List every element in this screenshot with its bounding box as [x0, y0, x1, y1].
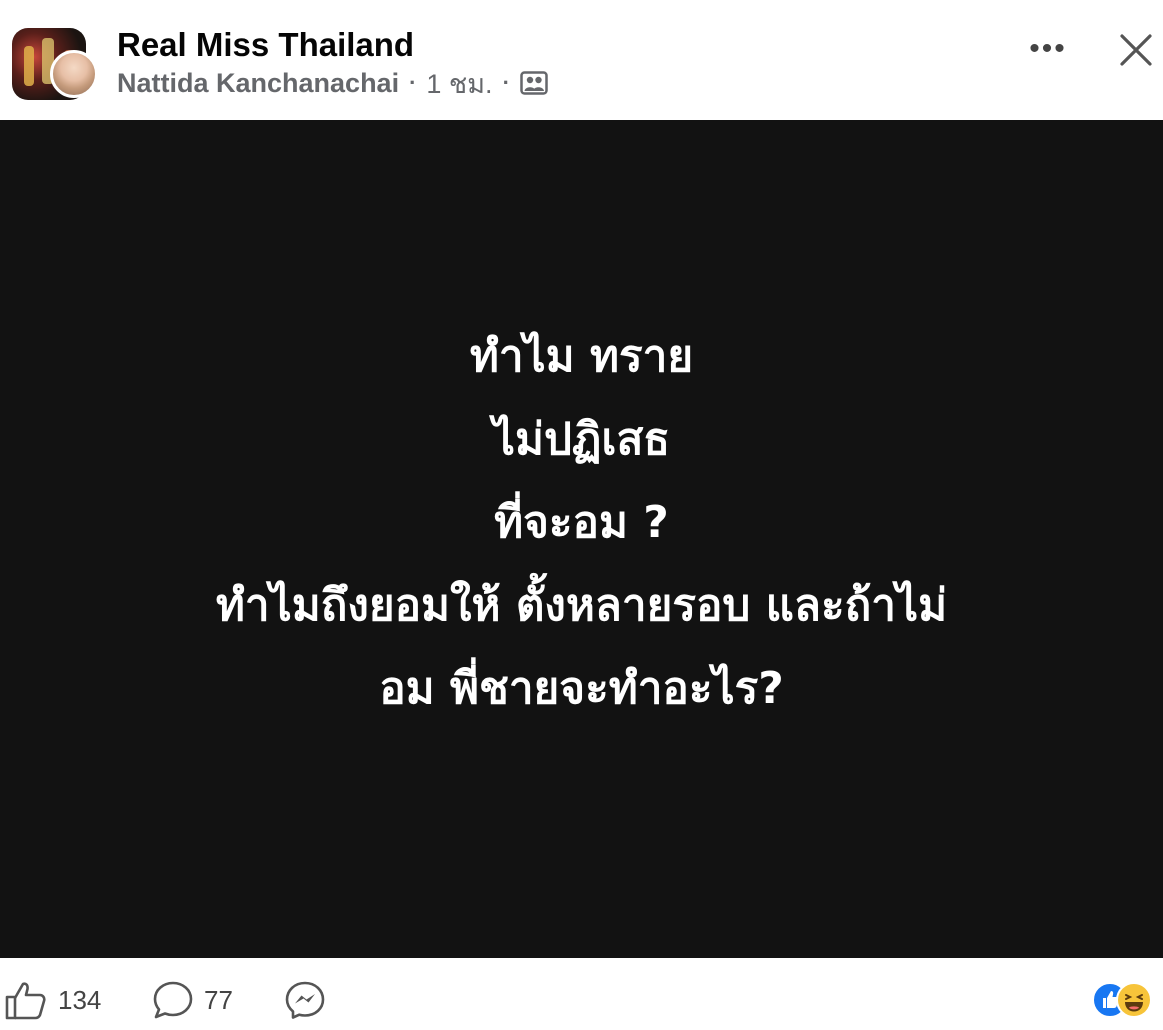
more-options-button[interactable]: ••• — [1028, 32, 1068, 65]
post-text-line: ที่จะอม ? — [494, 497, 669, 548]
post-text-line: ทำไม ทราย — [469, 331, 694, 382]
reactions-summary[interactable] — [1092, 982, 1158, 1018]
thumbs-up-icon — [5, 982, 46, 1020]
send-button[interactable] — [284, 980, 326, 1020]
group-icon — [520, 70, 548, 96]
comment-count: 77 — [204, 984, 233, 1015]
author-name[interactable]: Nattida Kanchanachai — [117, 68, 399, 99]
avatar-light — [24, 46, 34, 86]
meta-separator: · — [502, 70, 510, 95]
haha-reaction-icon — [1116, 982, 1152, 1018]
meta-separator: · — [409, 70, 417, 95]
close-button[interactable] — [1116, 30, 1156, 70]
close-icon — [1120, 34, 1152, 66]
post-footer: 134 77 — [0, 958, 1163, 1030]
post-header: Real Miss Thailand Nattida Kanchanachai … — [0, 0, 1163, 120]
post-meta: Nattida Kanchanachai · 1 ชม. · — [117, 66, 548, 100]
post-text-line: ไม่ปฏิเสธ — [492, 414, 671, 465]
comment-button[interactable]: 77 — [152, 980, 233, 1020]
post-viewer: Real Miss Thailand Nattida Kanchanachai … — [0, 0, 1163, 1030]
more-horizontal-icon: ••• — [1029, 32, 1067, 65]
post-text: ทำไม ทราย ไม่ปฏิเสธ ที่จะอม ? ทำไมถึงยอม… — [0, 315, 1163, 730]
post-timestamp[interactable]: 1 ชม. — [426, 62, 492, 105]
page-name[interactable]: Real Miss Thailand — [117, 26, 414, 64]
comment-icon — [153, 981, 193, 1019]
like-count: 134 — [58, 984, 102, 1015]
post-text-line: ทำไมถึงยอมให้ ตั้งหลายรอบ และถ้าไม่ — [215, 580, 948, 631]
post-image[interactable]: ทำไม ทราย ไม่ปฏิเสธ ที่จะอม ? ทำไมถึงยอม… — [0, 120, 1163, 958]
post-text-line: อม พี่ชายจะทำอะไร? — [379, 663, 784, 714]
messenger-icon — [285, 981, 325, 1019]
author-avatar[interactable] — [50, 50, 98, 98]
like-button[interactable]: 134 — [4, 980, 101, 1020]
